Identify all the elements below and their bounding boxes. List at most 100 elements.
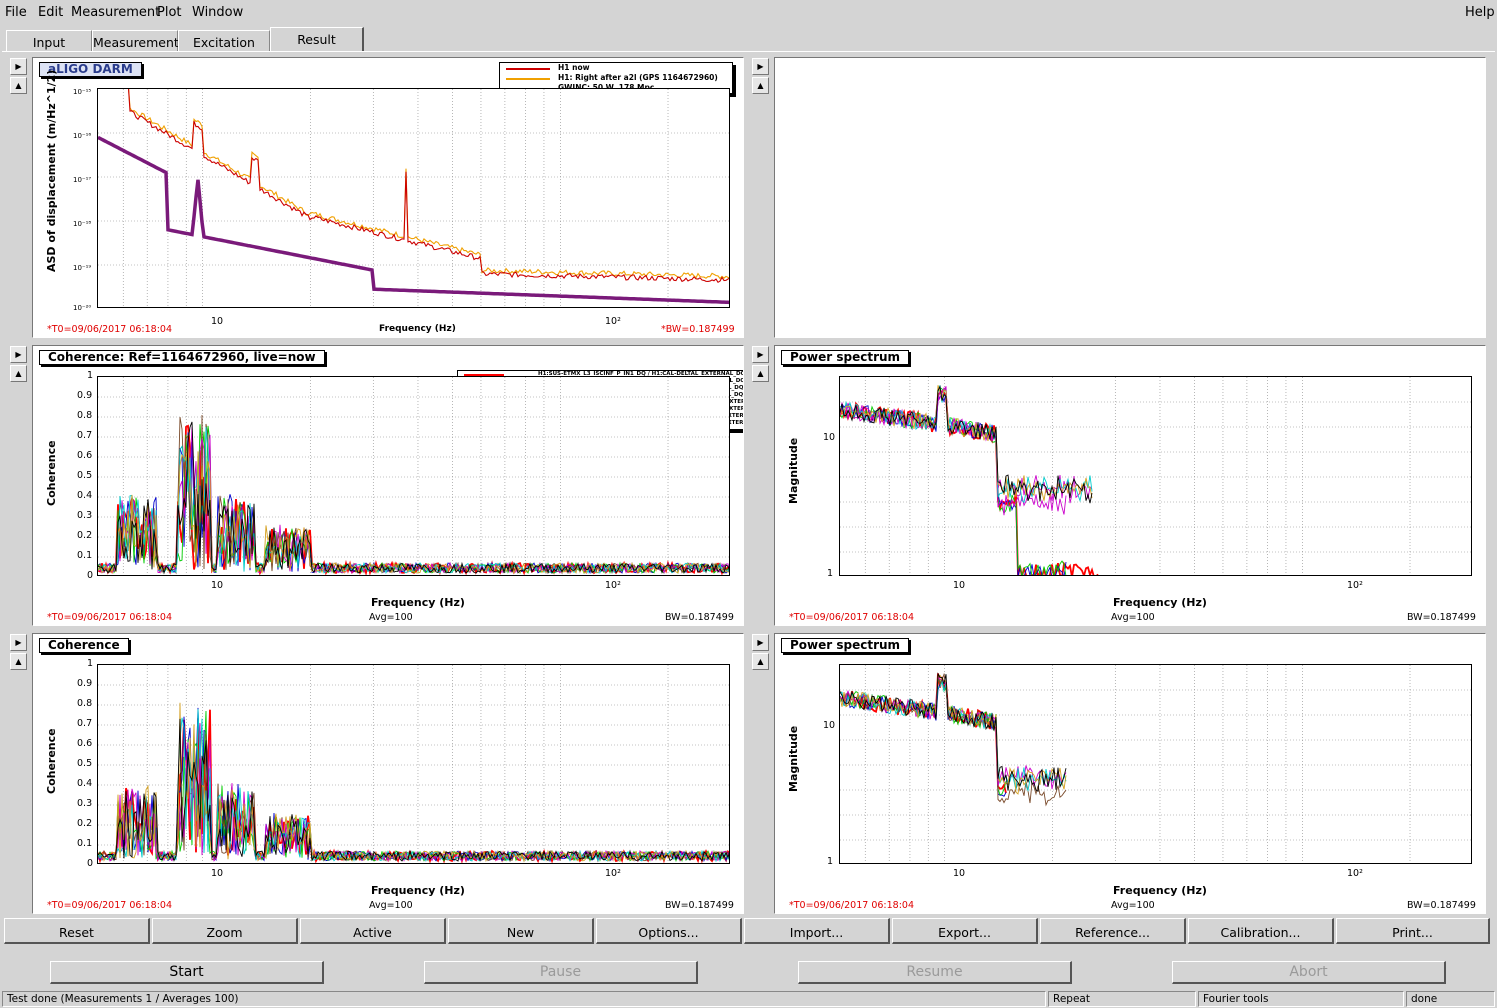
y-axis-label: Magnitude: [787, 437, 800, 504]
plot-area: [97, 376, 730, 576]
plot-title: Power spectrum: [781, 350, 910, 365]
plot-title: Coherence: [39, 638, 129, 653]
t0-label: *T0=09/06/2017 06:18:04: [47, 900, 172, 911]
menu-help[interactable]: Help: [1465, 5, 1495, 20]
status-message: Test done (Measurements 1 / Averages 100…: [2, 991, 1046, 1007]
bw-label: BW=0.187499: [1407, 612, 1476, 623]
resume-button[interactable]: Resume: [798, 961, 1072, 984]
plot-panel-coherence-pitch[interactable]: Coherence: Ref=1164672960, live=now H1:S…: [32, 345, 744, 626]
bw-label: *BW=0.187499: [661, 324, 735, 335]
panel-up-arrow-button[interactable]: ▲: [752, 77, 769, 94]
y-tick: 10⁻¹⁷: [73, 176, 92, 184]
plot-panel-empty[interactable]: [774, 57, 1486, 338]
x-tick: 10²: [605, 580, 621, 591]
panel-up-arrow-button[interactable]: ▲: [10, 365, 27, 382]
tab-content-border: [2, 51, 1495, 52]
tab-result[interactable]: Result: [270, 27, 364, 52]
y-tick: 0: [87, 570, 94, 581]
panel-right-arrow-button[interactable]: ▶: [10, 58, 27, 75]
export-button[interactable]: Export...: [892, 918, 1038, 944]
panel-up-arrow-button[interactable]: ▲: [752, 653, 769, 670]
x-tick: 10²: [605, 868, 621, 879]
plot-panel-spectrum-pitch[interactable]: Power spectrum H1:SUS-ETMX_L3_ISCINF_P_I…: [774, 345, 1486, 626]
panel-right-arrow-button[interactable]: ▶: [10, 634, 27, 651]
menu-window[interactable]: Window: [192, 5, 243, 20]
status-repeat: Repeat: [1048, 991, 1196, 1007]
bw-label: BW=0.187499: [665, 900, 734, 911]
panel-up-arrow-button[interactable]: ▲: [10, 77, 27, 94]
y-tick: 0.1: [77, 838, 93, 849]
tab-excitation[interactable]: Excitation: [178, 30, 270, 52]
x-tick: 10²: [1347, 580, 1363, 591]
plot-button-bar: Reset Zoom Active New Options... Import.…: [4, 918, 1493, 944]
y-tick: 0.9: [77, 390, 93, 401]
panel-right-arrow-button[interactable]: ▶: [752, 58, 769, 75]
panel-right-arrow-button[interactable]: ▶: [10, 346, 27, 363]
x-axis-label: Frequency (Hz): [371, 884, 465, 897]
plot-area: [839, 664, 1472, 864]
x-tick: 10²: [1347, 868, 1363, 879]
options-button[interactable]: Options...: [596, 918, 742, 944]
x-axis-label: Frequency (Hz): [371, 596, 465, 609]
y-tick: 10: [823, 432, 836, 443]
new-button[interactable]: New: [448, 918, 594, 944]
tab-input[interactable]: Input: [6, 30, 92, 52]
y-tick: 1: [87, 658, 94, 669]
tab-measurement[interactable]: Measurement: [92, 30, 179, 52]
panel-up-arrow-button[interactable]: ▲: [10, 653, 27, 670]
y-tick: 0.6: [77, 738, 93, 749]
panel-right-arrow-button[interactable]: ▶: [752, 634, 769, 651]
status-state: done: [1406, 991, 1495, 1007]
panel-right-arrow-button[interactable]: ▶: [752, 346, 769, 363]
y-tick: 0.5: [77, 470, 93, 481]
print-button[interactable]: Print...: [1336, 918, 1490, 944]
tab-bar: Input Measurement Excitation Result: [0, 26, 1497, 52]
plot-canvas: [98, 665, 729, 863]
y-tick: 0.7: [77, 718, 93, 729]
panel-up-arrow-button[interactable]: ▲: [752, 365, 769, 382]
status-bar: Test done (Measurements 1 / Averages 100…: [0, 990, 1497, 1008]
y-tick: 10⁻¹⁸: [73, 220, 92, 228]
plot-canvas: [840, 665, 1471, 863]
reset-button[interactable]: Reset: [4, 918, 150, 944]
pause-button[interactable]: Pause: [424, 961, 698, 984]
plot-panel-spectrum-yaw[interactable]: Power spectrum H1:SUS-ETMX_L3_ISCINF_Y_I…: [774, 633, 1486, 914]
avg-label: Avg=100: [369, 612, 413, 623]
y-tick: 10: [823, 720, 836, 731]
zoom-button[interactable]: Zoom: [152, 918, 298, 944]
reference-button[interactable]: Reference...: [1040, 918, 1186, 944]
x-tick: 10: [953, 580, 966, 591]
y-tick: 0.8: [77, 698, 93, 709]
calibration-button[interactable]: Calibration...: [1188, 918, 1334, 944]
plot-canvas: [98, 377, 729, 575]
y-tick: 1: [827, 568, 834, 579]
plot-canvas: [840, 377, 1471, 575]
plot-area: [839, 376, 1472, 576]
x-tick: 10²: [605, 316, 621, 327]
menu-edit[interactable]: Edit: [38, 5, 63, 20]
t0-label: *T0=09/06/2017 06:18:04: [47, 324, 172, 335]
active-button[interactable]: Active: [300, 918, 446, 944]
y-tick: 0.7: [77, 430, 93, 441]
y-axis-label: ASD of displacement (m/Hz^1/2): [45, 69, 58, 272]
x-tick: 10: [211, 580, 224, 591]
y-tick: 10⁻²⁰: [73, 304, 92, 312]
start-button[interactable]: Start: [50, 961, 324, 984]
plot-panel-darm[interactable]: aLIGO DARM H1 now H1: Right after a2l (G…: [32, 57, 744, 338]
x-axis-label: Frequency (Hz): [1113, 596, 1207, 609]
avg-label: Avg=100: [369, 900, 413, 911]
import-button[interactable]: Import...: [744, 918, 890, 944]
y-tick: 0.3: [77, 798, 93, 809]
menu-measurement[interactable]: Measurement: [71, 5, 160, 20]
y-tick: 0: [87, 858, 94, 869]
x-tick: 10: [211, 316, 224, 327]
menu-file[interactable]: File: [5, 5, 27, 20]
y-tick: 0.8: [77, 410, 93, 421]
menu-plot[interactable]: Plot: [157, 5, 182, 20]
abort-button[interactable]: Abort: [1172, 961, 1446, 984]
plot-panel-coherence-yaw[interactable]: Coherence Coherence 1 0.9 0.8 0.7 0.6 0.5 0.4 0…: [32, 633, 744, 914]
y-tick: 0.3: [77, 510, 93, 521]
x-tick: 10: [953, 868, 966, 879]
y-tick: 0.1: [77, 550, 93, 561]
plot-area: [97, 664, 730, 864]
